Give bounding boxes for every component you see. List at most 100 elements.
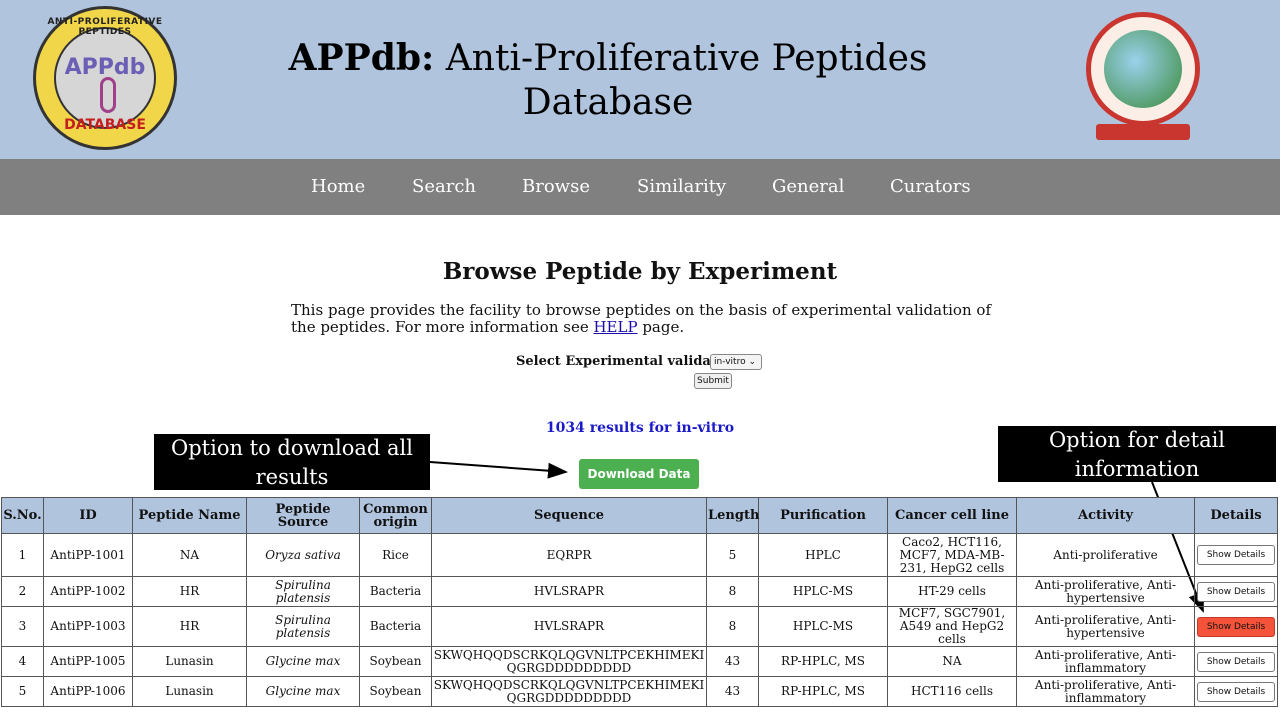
cell-cancer-cell-line: NA — [887, 646, 1017, 677]
cell-cancer-cell-line: MCF7, SGC7901, A549 and HepG2 cells — [887, 606, 1017, 647]
col-header-sequence: Sequence — [431, 497, 707, 534]
cell-purification: HPLC — [758, 533, 888, 577]
cell-peptide-source: Glycine max — [246, 676, 360, 707]
cell-cancer-cell-line: HT-29 cells — [887, 576, 1017, 607]
university-logo[interactable] — [1086, 12, 1200, 142]
desc-text-after: page. — [637, 318, 685, 336]
download-data-button[interactable]: Download Data — [579, 459, 699, 489]
nav-browse[interactable]: Browse — [522, 176, 590, 198]
page-description: This page provides the facility to brows… — [291, 302, 991, 336]
cell-length: 43 — [706, 646, 759, 677]
arrow-to-download — [429, 461, 568, 479]
logo-mid-text: APPdb — [64, 55, 146, 80]
cell-peptide-name: HR — [132, 576, 247, 607]
cell-details: Show Details — [1194, 606, 1278, 647]
logo-top-text: ANTI-PROLIFERATIVE PEPTIDES — [47, 17, 163, 37]
cell-purification: HPLC-MS — [758, 606, 888, 647]
cell-sequence: HVLSRAPR — [431, 576, 707, 607]
cell-peptide-source: Spirulina platensis — [246, 606, 360, 647]
col-header-common-origin: Common origin — [359, 497, 432, 534]
cell-common-origin: Soybean — [359, 646, 432, 677]
col-header-sno: S.No. — [1, 497, 44, 534]
main-nav: Home Search Browse Similarity General Cu… — [0, 159, 1280, 215]
cell-common-origin: Bacteria — [359, 576, 432, 607]
validation-select-value: in-vitro — [714, 357, 746, 367]
show-details-button-highlighted[interactable]: Show Details — [1197, 616, 1275, 637]
cell-cancer-cell-line: Caco2, HCT116, MCF7, MDA-MB-231, HepG2 c… — [887, 533, 1017, 577]
cell-activity: Anti-proliferative, Anti-inflammatory — [1016, 646, 1195, 677]
globe-icon — [1104, 30, 1182, 108]
col-header-length: Length — [706, 497, 759, 534]
show-details-button[interactable]: Show Details — [1197, 681, 1275, 702]
cell-peptide-name: NA — [132, 533, 247, 577]
ribbon-icon — [100, 77, 116, 113]
cell-sno: 3 — [1, 606, 44, 647]
show-details-button[interactable]: Show Details — [1197, 651, 1275, 672]
appdb-logo[interactable]: APPdb ANTI-PROLIFERATIVE PEPTIDES DATABA… — [33, 6, 177, 150]
site-title-bold: APPdb: — [288, 37, 435, 79]
cell-id: AntiPP-1003 — [43, 606, 133, 647]
nav-similarity[interactable]: Similarity — [637, 176, 726, 198]
submit-button[interactable]: Submit — [694, 373, 732, 389]
nav-curators[interactable]: Curators — [890, 176, 971, 198]
col-header-peptide-name: Peptide Name — [132, 497, 247, 534]
cell-id: AntiPP-1002 — [43, 576, 133, 607]
cell-sequence: HVLSRAPR — [431, 606, 707, 647]
site-title-rest: Anti-Proliferative Peptides Database — [434, 38, 928, 123]
cell-sequence: SKWQHQQDSCRKQLQGVNLTPCEKHIMEKIQGRGDDDDDD… — [431, 646, 707, 677]
table-row: 3 AntiPP-1003 HR Spirulina platensis Bac… — [1, 606, 1278, 647]
cell-cancer-cell-line: HCT116 cells — [887, 676, 1017, 707]
cell-common-origin: Bacteria — [359, 606, 432, 647]
page-title: Browse Peptide by Experiment — [442, 258, 838, 285]
cell-peptide-source: Glycine max — [246, 646, 360, 677]
cell-details: Show Details — [1194, 576, 1278, 607]
cell-peptide-source: Spirulina platensis — [246, 576, 360, 607]
cell-sno: 5 — [1, 676, 44, 707]
cell-peptide-name: Lunasin — [132, 646, 247, 677]
cell-length: 43 — [706, 676, 759, 707]
cell-length: 8 — [706, 576, 759, 607]
cell-id: AntiPP-1005 — [43, 646, 133, 677]
cell-sno: 2 — [1, 576, 44, 607]
cell-common-origin: Soybean — [359, 676, 432, 707]
results-table: S.No. ID Peptide Name Peptide Source Com… — [1, 497, 1278, 707]
annotation-details: Option for detail information — [998, 426, 1276, 482]
cell-details: Show Details — [1194, 646, 1278, 677]
logo-bottom-text: DATABASE — [64, 117, 146, 133]
cell-common-origin: Rice — [359, 533, 432, 577]
cell-length: 5 — [706, 533, 759, 577]
cell-sequence: SKWQHQQDSCRKQLQGVNLTPCEKHIMEKIQGRGDDDDDD… — [431, 676, 707, 707]
col-header-peptide-source: Peptide Source — [246, 497, 360, 534]
col-header-details: Details — [1194, 497, 1278, 534]
validation-select[interactable]: in-vitro ⌄ — [710, 354, 762, 370]
cell-length: 8 — [706, 606, 759, 647]
show-details-button[interactable]: Show Details — [1197, 545, 1275, 565]
col-header-cancer-cell-line: Cancer cell line — [887, 497, 1017, 534]
validation-select-label: Select Experimental validation — [516, 354, 740, 369]
table-row: 5 AntiPP-1006 Lunasin Glycine max Soybea… — [1, 676, 1278, 707]
cell-details: Show Details — [1194, 676, 1278, 707]
table-row: 1 AntiPP-1001 NA Oryza sativa Rice EQRPR… — [1, 533, 1278, 577]
cell-purification: RP-HPLC, MS — [758, 676, 888, 707]
col-header-activity: Activity — [1016, 497, 1195, 534]
col-header-purification: Purification — [758, 497, 888, 534]
cell-id: AntiPP-1006 — [43, 676, 133, 707]
nav-home[interactable]: Home — [311, 176, 365, 198]
chevron-down-icon: ⌄ — [748, 357, 756, 367]
show-details-button[interactable]: Show Details — [1197, 581, 1275, 602]
cell-activity: Anti-proliferative, Anti-hypertensive — [1016, 576, 1195, 607]
table-row: 2 AntiPP-1002 HR Spirulina platensis Bac… — [1, 576, 1278, 607]
cell-activity: Anti-proliferative — [1016, 533, 1195, 577]
cell-purification: HPLC-MS — [758, 576, 888, 607]
nav-search[interactable]: Search — [412, 176, 476, 198]
cell-peptide-name: Lunasin — [132, 676, 247, 707]
help-link[interactable]: HELP — [593, 318, 637, 336]
nav-general[interactable]: General — [772, 176, 844, 198]
annotation-download: Option to download all results — [154, 434, 430, 490]
site-header: APPdb ANTI-PROLIFERATIVE PEPTIDES DATABA… — [0, 0, 1280, 160]
seal-scroll-banner — [1096, 124, 1190, 140]
cell-details: Show Details — [1194, 533, 1278, 577]
cell-sno: 1 — [1, 533, 44, 577]
cell-peptide-name: HR — [132, 606, 247, 647]
cell-activity: Anti-proliferative, Anti-hypertensive — [1016, 606, 1195, 647]
